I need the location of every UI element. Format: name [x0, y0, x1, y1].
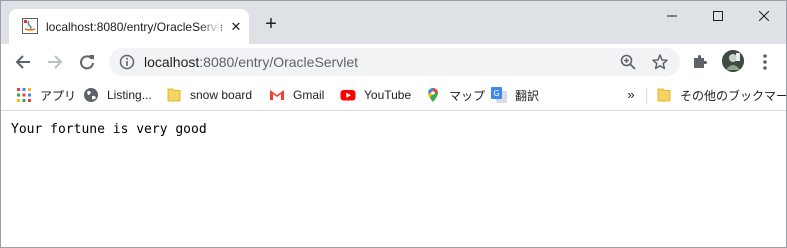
site-info-icon[interactable]	[119, 54, 135, 70]
maps-pin-icon	[425, 87, 441, 103]
bookmark-label: 翻訳	[515, 88, 540, 103]
extensions-puzzle-icon[interactable]	[691, 53, 709, 71]
bookmark-gmail[interactable]: Gmail	[269, 85, 324, 105]
maximize-icon	[713, 11, 723, 21]
apps-grid-icon	[16, 87, 32, 103]
back-button[interactable]	[11, 50, 35, 74]
reload-icon	[80, 55, 94, 70]
back-arrow-icon	[15, 55, 30, 69]
globe-icon	[83, 87, 99, 103]
address-bar[interactable]: localhost:8080/entry/OracleServlet	[109, 48, 680, 76]
java-favicon-icon	[22, 18, 38, 34]
bookmark-snow-board[interactable]: snow board	[166, 85, 252, 105]
folder-icon	[656, 87, 672, 103]
tab-close-icon[interactable]: ✕	[228, 19, 244, 35]
browser-window: localhost:8080/entry/OracleServlet ✕ + l…	[0, 0, 787, 248]
minimize-button[interactable]	[649, 1, 695, 31]
tab-strip: localhost:8080/entry/OracleServlet ✕ +	[1, 1, 786, 44]
gmail-icon	[269, 87, 285, 103]
bookmark-label: snow board	[190, 88, 253, 102]
bookmark-label: その他のブックマーク	[680, 88, 787, 103]
tab-title-fade	[199, 17, 221, 37]
bookmark-label: Gmail	[293, 88, 325, 102]
tab-title: localhost:8080/entry/OracleServlet	[46, 20, 222, 34]
forward-button[interactable]	[43, 50, 67, 74]
maximize-button[interactable]	[695, 1, 741, 31]
page-content: Your fortune is very good	[1, 111, 786, 247]
forward-arrow-icon	[48, 55, 63, 69]
toolbar: localhost:8080/entry/OracleServlet	[1, 44, 786, 80]
fortune-text: Your fortune is very good	[11, 122, 207, 137]
youtube-icon	[340, 87, 356, 103]
bookmarks-bar: アプリ Listing... snow board Gmail YouTube …	[1, 80, 786, 110]
bookmark-youtube[interactable]: YouTube	[340, 85, 411, 105]
folder-icon	[166, 87, 182, 103]
url-path: :8080/entry/OracleServlet	[199, 54, 359, 70]
bookmark-label: マップ	[449, 88, 486, 103]
window-close-icon	[759, 11, 769, 21]
bookmarks-separator	[646, 88, 647, 104]
bookmarks-overflow-button[interactable]: »	[624, 87, 638, 103]
window-close-button[interactable]	[741, 1, 786, 31]
bookmark-label: Listing...	[107, 88, 152, 102]
translate-icon: G	[491, 87, 507, 103]
more-menu-icon[interactable]	[757, 52, 773, 72]
bookmark-star-icon[interactable]	[651, 53, 669, 71]
zoom-icon[interactable]	[619, 53, 637, 71]
svg-text:G: G	[493, 89, 499, 98]
minimize-icon	[667, 15, 677, 17]
reload-button[interactable]	[75, 50, 99, 74]
url-host: localhost	[144, 54, 200, 70]
tab-oracle-servlet[interactable]: localhost:8080/entry/OracleServlet ✕	[9, 9, 249, 44]
new-tab-button[interactable]: +	[262, 14, 280, 34]
bookmark-listing[interactable]: Listing...	[83, 85, 152, 105]
bookmark-label: アプリ	[40, 88, 77, 103]
url-text[interactable]: localhost:8080/entry/OracleServlet	[144, 54, 358, 70]
bookmark-label: YouTube	[364, 88, 412, 102]
bookmark-other-bookmarks[interactable]: その他のブックマーク	[656, 85, 787, 105]
bookmark-apps[interactable]: アプリ	[16, 85, 76, 105]
bookmark-translate[interactable]: G 翻訳	[491, 85, 539, 105]
profile-avatar[interactable]	[722, 50, 744, 72]
bookmark-maps[interactable]: マップ	[425, 85, 485, 105]
